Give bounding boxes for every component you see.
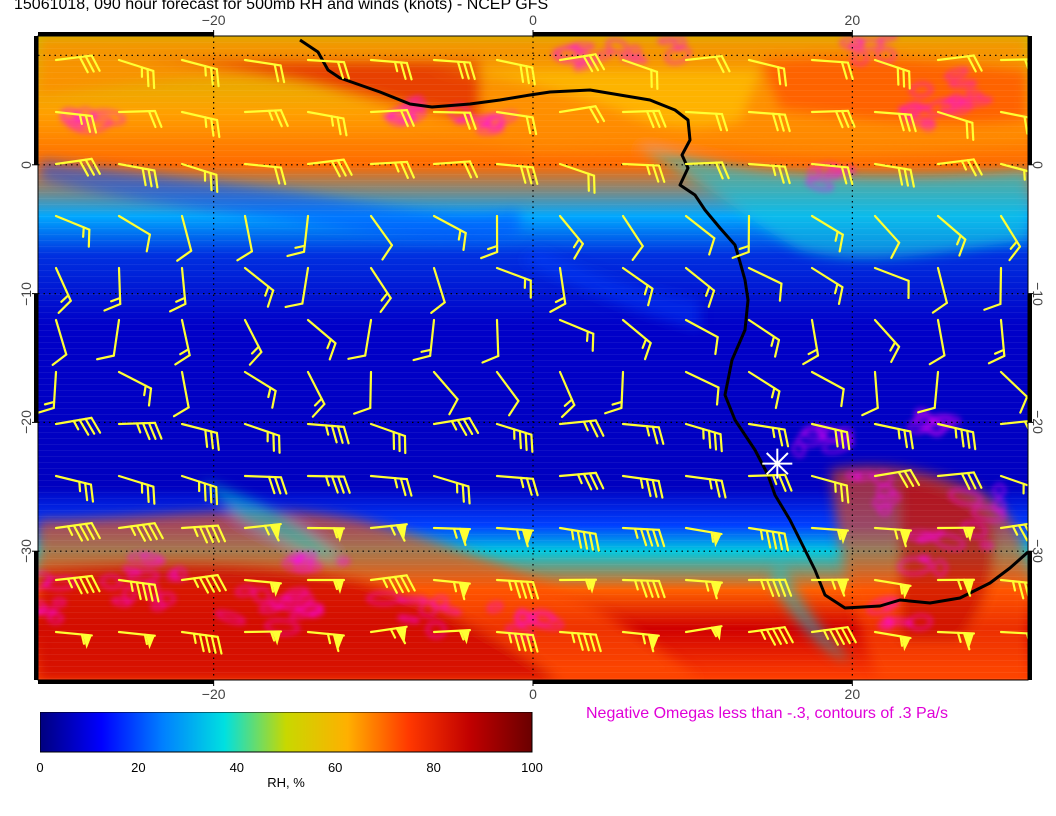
station-marker <box>762 448 793 479</box>
rh-wind-map <box>32 30 1034 686</box>
lon-label-top: 20 <box>844 12 861 28</box>
lat-label-left: −30 <box>18 539 34 564</box>
lon-label-top: −20 <box>201 12 226 28</box>
colorbar-tick-label: 20 <box>131 760 146 775</box>
colorbar-tick-label: 60 <box>327 760 343 775</box>
lon-label-bottom: 0 <box>529 686 537 702</box>
lon-label-bottom: −20 <box>201 686 226 702</box>
lat-label-right: −30 <box>1030 539 1046 564</box>
rh-colorbar <box>40 712 533 753</box>
omega-note: Negative Omegas less than -.3, contours … <box>586 705 948 722</box>
lat-label-left: 0 <box>18 160 34 169</box>
lat-label-right: −20 <box>1030 410 1046 435</box>
colorbar-tick-label: 40 <box>229 760 245 775</box>
colorbar-tick-label: 100 <box>521 760 543 775</box>
colorbar-tick-label: 0 <box>36 760 44 775</box>
lat-label-right: 0 <box>1030 160 1046 169</box>
rh-field <box>38 36 1028 680</box>
lat-label-left: −10 <box>18 281 34 306</box>
lat-label-right: −10 <box>1030 281 1046 306</box>
colorbar-label: RH, % <box>267 775 305 790</box>
lon-label-top: 0 <box>529 12 537 28</box>
colorbar-tick-label: 80 <box>426 760 441 775</box>
lat-label-left: −20 <box>18 410 34 435</box>
lon-label-bottom: 20 <box>844 686 861 702</box>
